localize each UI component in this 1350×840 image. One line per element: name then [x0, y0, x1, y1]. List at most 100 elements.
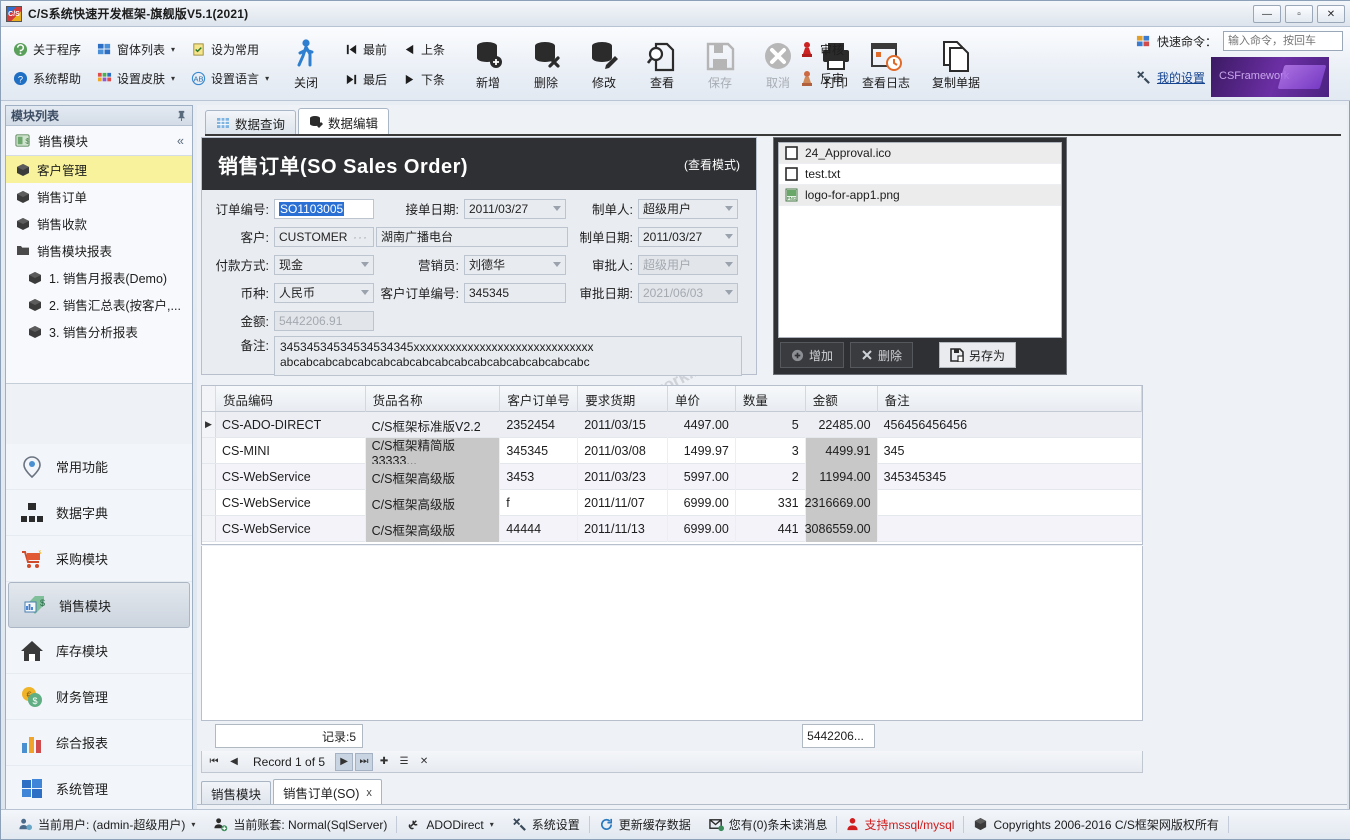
about-program-button[interactable]: 关于程序: [9, 38, 85, 62]
status-account-set[interactable]: 当前账套: Normal(SqlServer): [204, 816, 396, 833]
receive-date-input[interactable]: 2011/03/27: [464, 199, 566, 219]
set-favorite-button[interactable]: 设为常用: [187, 38, 273, 62]
remark-textarea[interactable]: 34534534534534534345xxxxxxxxxxxxxxxxxxxx…: [274, 336, 742, 376]
set-language-button[interactable]: AB 设置语言 ▾: [187, 67, 273, 91]
chevron-down-icon[interactable]: ▾: [490, 820, 494, 829]
order-detail-grid[interactable]: 货品编码 货品名称 客户订单号 要求货期 单价 数量 金额 备注 ▶ CS-AD…: [201, 385, 1143, 545]
sidebar-nav-data-dictionary[interactable]: 数据字典: [6, 490, 192, 536]
close-form-button[interactable]: 关闭: [277, 27, 335, 99]
nav-add-icon[interactable]: ✚: [375, 753, 393, 771]
table-row[interactable]: ▶ CS-ADO-DIRECT C/S框架标准版V2.2 2352454 201…: [202, 412, 1142, 438]
sidebar-nav-inventory-module[interactable]: 库存模块: [6, 628, 192, 674]
list-item[interactable]: PNG logo-for-app1.png: [779, 185, 1061, 206]
nav-first-icon[interactable]: ⏮: [205, 753, 223, 771]
delete-button[interactable]: 删除: [517, 27, 575, 99]
sidebar-item-sales-order[interactable]: 销售订单: [6, 183, 192, 210]
view-log-button[interactable]: 查看日志: [851, 27, 921, 99]
system-help-button[interactable]: ? 系统帮助: [9, 67, 85, 91]
attachment-add-button[interactable]: 增加: [780, 342, 844, 368]
sidebar-item-sales-receipt[interactable]: 销售收款: [6, 210, 192, 237]
chevron-down-icon[interactable]: ▾: [191, 820, 195, 829]
chevron-down-icon[interactable]: [361, 262, 369, 267]
customer-order-no-input[interactable]: 345345: [464, 283, 566, 303]
column-header-quantity[interactable]: 数量: [736, 386, 806, 412]
status-ado-direct[interactable]: ADODirect ▾: [397, 817, 502, 832]
currency-select[interactable]: 人民币: [274, 283, 374, 303]
sidebar-nav-finance-management[interactable]: €$ 财务管理: [6, 674, 192, 720]
attachment-save-as-button[interactable]: 另存为: [939, 342, 1016, 368]
list-item[interactable]: test.txt: [779, 164, 1061, 185]
sidebar-nav-purchase-module[interactable]: 采购模块: [6, 536, 192, 582]
last-record-button[interactable]: 最后: [341, 67, 391, 91]
view-button[interactable]: 查看: [633, 27, 691, 99]
maker-input[interactable]: 超级用户: [638, 199, 738, 219]
unapprove-button[interactable]: 反审: [795, 67, 848, 91]
first-record-button[interactable]: 最前: [341, 37, 391, 61]
nav-prev-icon[interactable]: ◀: [225, 753, 243, 771]
customer-name-input[interactable]: 湖南广播电台: [376, 227, 568, 247]
add-button[interactable]: 新增: [459, 27, 517, 99]
chevron-down-icon[interactable]: [553, 206, 561, 211]
nav-delete-icon[interactable]: ✕: [415, 753, 433, 771]
sidebar-nav-common-functions[interactable]: 常用功能: [6, 444, 192, 490]
pay-method-select[interactable]: 现金: [274, 255, 374, 275]
attachment-list[interactable]: 24_Approval.ico test.txt PNG logo-for-ap…: [778, 142, 1062, 338]
status-system-settings[interactable]: 系统设置: [503, 816, 589, 833]
nav-last-icon[interactable]: ⏭: [355, 753, 373, 771]
sidebar-item-monthly-report[interactable]: 1. 销售月报表(Demo): [6, 264, 192, 291]
status-db-support[interactable]: 支持mssql/mysql: [837, 816, 963, 833]
sidebar-nav-system-management[interactable]: 系统管理: [6, 766, 192, 812]
chevron-down-icon[interactable]: [725, 234, 733, 239]
set-skin-button[interactable]: 设置皮肤 ▾: [93, 67, 179, 91]
make-date-input[interactable]: 2011/03/27: [638, 227, 738, 247]
lookup-ellipsis-icon[interactable]: ···: [353, 230, 368, 244]
close-icon[interactable]: ✕: [1317, 5, 1345, 23]
salesman-select[interactable]: 刘德华: [464, 255, 566, 275]
sidebar-nav-sales-module[interactable]: $ 销售模块: [8, 582, 190, 628]
chevron-down-icon[interactable]: [361, 290, 369, 295]
column-header-amount[interactable]: 金额: [806, 386, 878, 412]
table-row[interactable]: CS-WebService C/S框架高级版 f 2011/11/07 6999…: [202, 490, 1142, 516]
sidebar-item-analysis-report[interactable]: 3. 销售分析报表: [6, 318, 192, 345]
column-header-goods-name[interactable]: 货品名称: [366, 386, 501, 412]
status-current-user[interactable]: 当前用户: (admin-超级用户) ▾: [9, 816, 204, 833]
tab-data-query[interactable]: 数据查询: [205, 110, 296, 135]
table-row[interactable]: CS-MINI C/S框架精简版33333... 345345 2011/03/…: [202, 438, 1142, 464]
column-header-goods-code[interactable]: 货品编码: [216, 386, 366, 412]
doc-tab-sales-module[interactable]: 销售模块: [201, 781, 271, 805]
minimize-icon[interactable]: —: [1253, 5, 1281, 23]
table-row[interactable]: CS-WebService C/S框架高级版 3453 2011/03/23 5…: [202, 464, 1142, 490]
attachment-delete-button[interactable]: 删除: [850, 342, 913, 368]
status-refresh-cache[interactable]: 更新缓存数据: [590, 816, 700, 833]
customer-code-input[interactable]: CUSTOMER ···: [274, 227, 374, 247]
list-item[interactable]: 24_Approval.ico: [779, 143, 1061, 164]
quick-command-input[interactable]: [1223, 31, 1343, 51]
column-header-delivery[interactable]: 要求货期: [578, 386, 668, 412]
sidebar-item-sales-reports-folder[interactable]: 销售模块报表: [6, 237, 192, 264]
maximize-icon[interactable]: ▫: [1285, 5, 1313, 23]
collapse-icon[interactable]: «: [177, 134, 184, 148]
edit-button[interactable]: 修改: [575, 27, 633, 99]
my-settings-link[interactable]: 我的设置: [1157, 69, 1205, 86]
column-header-unit-price[interactable]: 单价: [668, 386, 736, 412]
table-row[interactable]: CS-WebService C/S框架高级版 44444 2011/11/13 …: [202, 516, 1142, 542]
nav-next-icon[interactable]: ▶: [335, 753, 353, 771]
order-no-input[interactable]: SO1103005: [274, 199, 374, 219]
close-icon[interactable]: x: [366, 787, 372, 799]
chevron-down-icon[interactable]: [725, 206, 733, 211]
status-unread-messages[interactable]: 您有(0)条未读消息: [700, 816, 837, 833]
sidebar-item-summary-report[interactable]: 2. 销售汇总表(按客户,...: [6, 291, 192, 318]
doc-tab-sales-order[interactable]: 销售订单(SO) x: [273, 779, 382, 805]
sidebar-item-customer-management[interactable]: 客户管理: [6, 156, 192, 183]
next-record-button[interactable]: 下条: [399, 67, 449, 91]
tab-data-edit[interactable]: 数据编辑: [298, 108, 389, 135]
window-list-button[interactable]: 窗体列表 ▾: [93, 38, 179, 62]
nav-edit-icon[interactable]: ☰: [395, 753, 413, 771]
column-header-remark[interactable]: 备注: [878, 386, 1142, 412]
column-header-cust-order[interactable]: 客户订单号: [500, 386, 578, 412]
save-button[interactable]: 保存: [691, 27, 749, 99]
approve-button[interactable]: 审核: [795, 38, 848, 62]
sidebar-nav-comprehensive-reports[interactable]: 综合报表: [6, 720, 192, 766]
pin-icon[interactable]: [176, 110, 187, 121]
prev-record-button[interactable]: 上条: [399, 37, 449, 61]
